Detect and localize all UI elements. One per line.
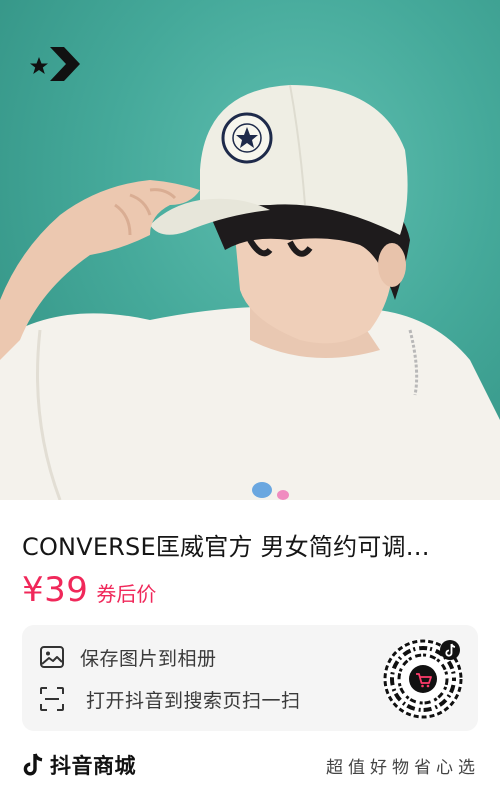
price: ¥39 (22, 570, 89, 610)
product-image[interactable] (0, 0, 500, 500)
image-icon (38, 643, 66, 671)
share-card: 保存图片到相册 打开抖音到搜索页扫一扫 (22, 625, 478, 731)
douyin-qr-code[interactable] (382, 638, 464, 720)
price-row: ¥39 券后价 (22, 570, 156, 614)
product-title[interactable]: CONVERSE匡威官方 男女简约可调… (22, 530, 482, 564)
price-suffix: 券后价 (96, 582, 157, 606)
save-image-button[interactable]: 保存图片到相册 (38, 641, 217, 673)
scan-hint-label: 打开抖音到搜索页扫一扫 (86, 689, 301, 712)
tiktok-badge-icon (440, 640, 460, 660)
save-image-label: 保存图片到相册 (80, 647, 217, 670)
scan-icon (38, 685, 66, 713)
slogan: 超值好物省心选 (326, 758, 480, 778)
douyin-mall-brand: 抖音商城 (22, 750, 136, 780)
brand-name: 抖音商城 (50, 754, 136, 778)
converse-logo-icon (30, 47, 80, 81)
scan-hint: 打开抖音到搜索页扫一扫 (38, 683, 301, 715)
tiktok-note-icon (23, 753, 43, 776)
